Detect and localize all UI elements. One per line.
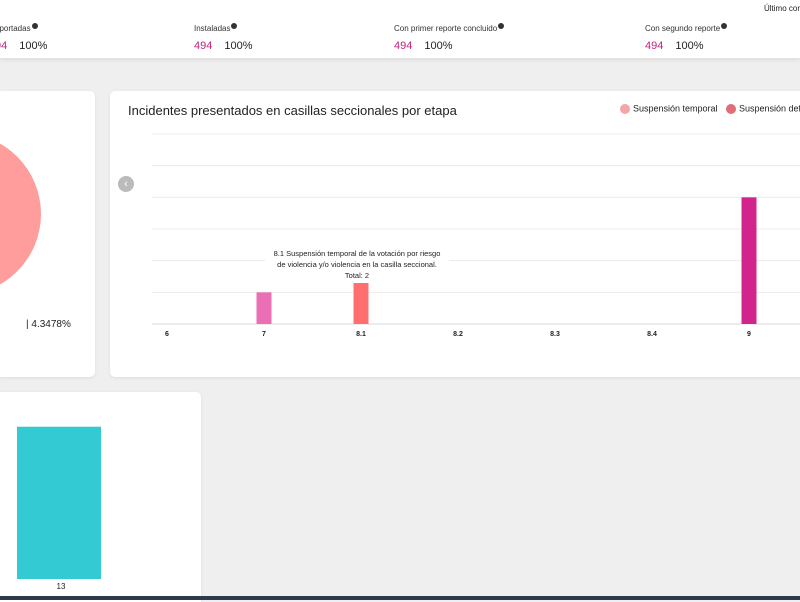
stat-label: Con primer reporte concluido (394, 24, 498, 33)
tooltip-text: 8.1 Suspensión temporal de la votación p… (273, 249, 441, 269)
stat-percent: 100% (424, 40, 453, 52)
stat-value: 494 (645, 40, 664, 52)
stat-label: Instaladas (194, 24, 231, 33)
pie-slice[interactable] (0, 133, 41, 295)
bottom-bar-chart: 13 (17, 426, 101, 591)
x-tick-label: 8.4 (647, 331, 657, 338)
stat-percent: 100% (19, 40, 48, 52)
stat-value: 494 (194, 40, 213, 52)
stat-value: 494 (394, 40, 413, 52)
incidents-bar-chart: 6 7 8.1 8.2 8.3 8.4 9 (152, 133, 800, 338)
footer-strip (0, 596, 800, 600)
stat-instaladas: Instaladas 494 100% (194, 23, 253, 52)
stat-value: 94 (0, 40, 8, 52)
stat-label: eportadas (0, 24, 31, 33)
stat-percent: 100% (675, 40, 704, 52)
tooltip-total: Total: 2 (344, 271, 370, 280)
info-icon[interactable] (498, 23, 505, 29)
stat-percent: 100% (224, 40, 253, 52)
pie-chart (0, 133, 41, 295)
x-tick-label: 9 (747, 331, 751, 338)
info-icon[interactable] (231, 23, 238, 29)
x-tick-label: 8.3 (550, 331, 560, 338)
stat-reportadas: eportadas 94 100% (0, 23, 48, 52)
pie-percent-label: | 4.3478% (26, 319, 71, 330)
stat-primer-reporte: Con primer reporte concluido 494 100% (394, 23, 505, 52)
bar-0[interactable] (17, 426, 101, 579)
chart-tooltip: 8.1 Suspensión temporal de la votación p… (265, 246, 449, 283)
incidents-chart-card: Incidentes presentados en casillas secci… (110, 91, 800, 377)
x-tick-label: 8.1 (356, 331, 366, 338)
stat-label: Con segundo reporte (645, 24, 721, 33)
data-label: 13 (57, 582, 66, 591)
bar-7[interactable] (256, 292, 272, 324)
pie-chart-card: | 4.3478% (0, 91, 95, 377)
info-icon[interactable] (721, 23, 728, 29)
bottom-chart-card: 13 (0, 392, 201, 602)
x-tick-label: 7 (262, 331, 266, 338)
stat-segundo-reporte: Con segundo reporte 494 100% (645, 23, 728, 52)
bar-9[interactable] (741, 197, 757, 324)
info-icon[interactable] (31, 23, 38, 29)
summary-bar: Último cor eportadas 94 100% Instaladas 4… (0, 0, 800, 58)
last-update-text: Último cor (763, 4, 800, 13)
x-tick-label: 6 (165, 331, 169, 338)
x-tick-label: 8.2 (453, 331, 463, 338)
